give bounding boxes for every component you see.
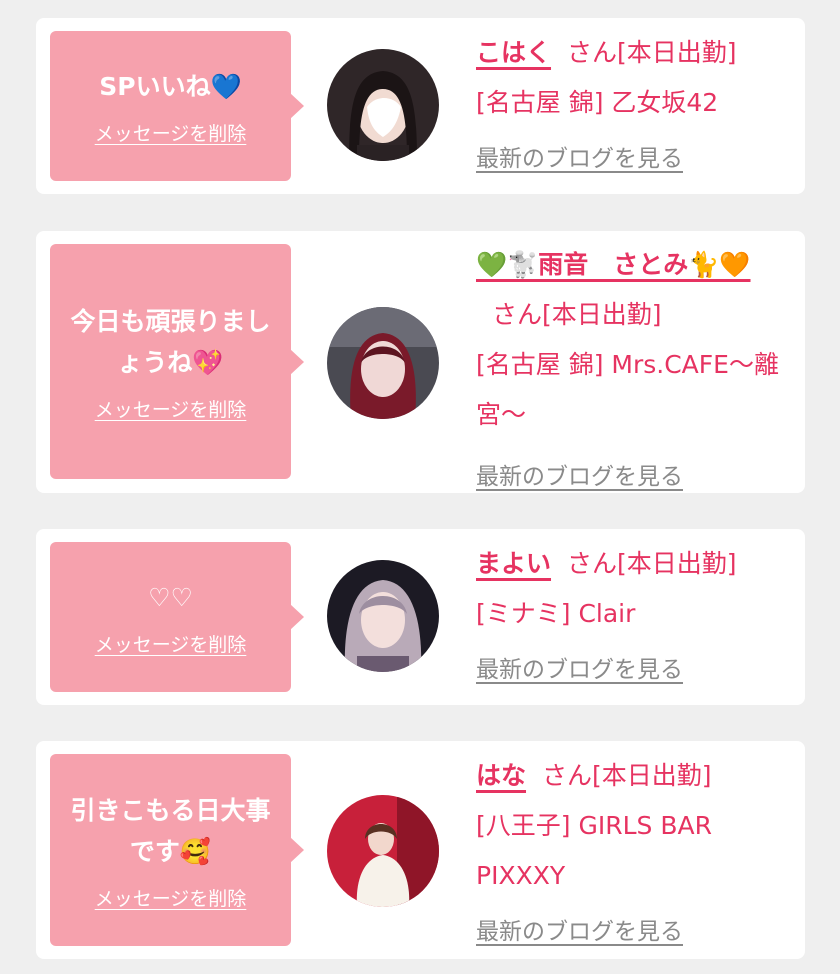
cast-name-link[interactable]: まよい (476, 549, 551, 578)
avatar-photo (327, 795, 439, 907)
profile-info: こはく さん[本日出勤] [名古屋 錦] 乙女坂42 最新のブログを見る (476, 28, 789, 184)
cast-status: さん[本日出勤] (567, 549, 737, 578)
cast-status: さん[本日出勤] (492, 300, 662, 329)
avatar[interactable] (327, 49, 439, 161)
shop-name: [名古屋 錦] Mrs.CAFE～離宮～ (476, 350, 779, 429)
shop-name: [ミナミ] Clair (476, 599, 636, 628)
avatar[interactable] (327, 560, 439, 672)
message-text: ♡♡ (148, 583, 193, 612)
avatar-photo (327, 49, 439, 161)
profile-info: 💚🐩雨音 さとみ🐈🧡さん[本日出勤] [名古屋 錦] Mrs.CAFE～離宮～ … (476, 240, 789, 502)
message-bubble: SPいいね💙 メッセージを削除 (50, 31, 304, 181)
profile-info: はな さん[本日出勤] [八王子] GIRLS BAR PIXXXY 最新のブログ… (476, 751, 789, 957)
latest-blog-link[interactable]: 最新のブログを見る (476, 907, 683, 957)
cast-name-link[interactable]: 💚🐩雨音 さとみ🐈🧡 (476, 250, 751, 279)
delete-message-link[interactable]: メッセージを削除 (95, 630, 247, 657)
cast-name-link[interactable]: こはく (476, 38, 551, 67)
avatar[interactable] (327, 795, 439, 907)
message-card: 引きこもる日大事です🥰 メッセージを削除 はな さん[本日出勤] [八王子] GI… (36, 741, 805, 959)
message-text: 今日も頑張りましょうね💖 (70, 307, 271, 377)
profile-info: まよい さん[本日出勤] [ミナミ] Clair 最新のブログを見る (476, 539, 789, 695)
message-card: ♡♡ メッセージを削除 まよい さん[本日出勤] [ミナミ] Clair 最新のブ… (36, 529, 805, 705)
avatar-photo (327, 560, 439, 672)
avatar[interactable] (327, 307, 439, 419)
delete-message-link[interactable]: メッセージを削除 (95, 119, 247, 146)
delete-message-link[interactable]: メッセージを削除 (95, 395, 247, 422)
shop-name: [八王子] GIRLS BAR PIXXXY (476, 811, 712, 890)
avatar-photo (327, 307, 439, 419)
cast-status: さん[本日出勤] (567, 38, 737, 67)
message-list: SPいいね💙 メッセージを削除 こはく さん[本日出勤] [名古屋 錦] 乙女坂4… (0, 0, 840, 974)
shop-name: [名古屋 錦] 乙女坂42 (476, 88, 719, 117)
cast-status: さん[本日出勤] (542, 761, 712, 790)
message-bubble: 今日も頑張りましょうね💖 メッセージを削除 (50, 244, 304, 479)
message-text: 引きこもる日大事です🥰 (70, 795, 271, 866)
cast-name-link[interactable]: はな (476, 761, 526, 790)
message-bubble: ♡♡ メッセージを削除 (50, 542, 304, 692)
latest-blog-link[interactable]: 最新のブログを見る (476, 134, 683, 184)
message-text: SPいいね💙 (99, 72, 242, 101)
message-card: SPいいね💙 メッセージを削除 こはく さん[本日出勤] [名古屋 錦] 乙女坂4… (36, 18, 805, 194)
latest-blog-link[interactable]: 最新のブログを見る (476, 645, 683, 695)
delete-message-link[interactable]: メッセージを削除 (95, 884, 247, 911)
latest-blog-link[interactable]: 最新のブログを見る (476, 452, 683, 502)
message-bubble: 引きこもる日大事です🥰 メッセージを削除 (50, 754, 304, 946)
message-card: 今日も頑張りましょうね💖 メッセージを削除 💚🐩雨音 さとみ🐈🧡 さん[本日出勤]… (36, 231, 805, 493)
